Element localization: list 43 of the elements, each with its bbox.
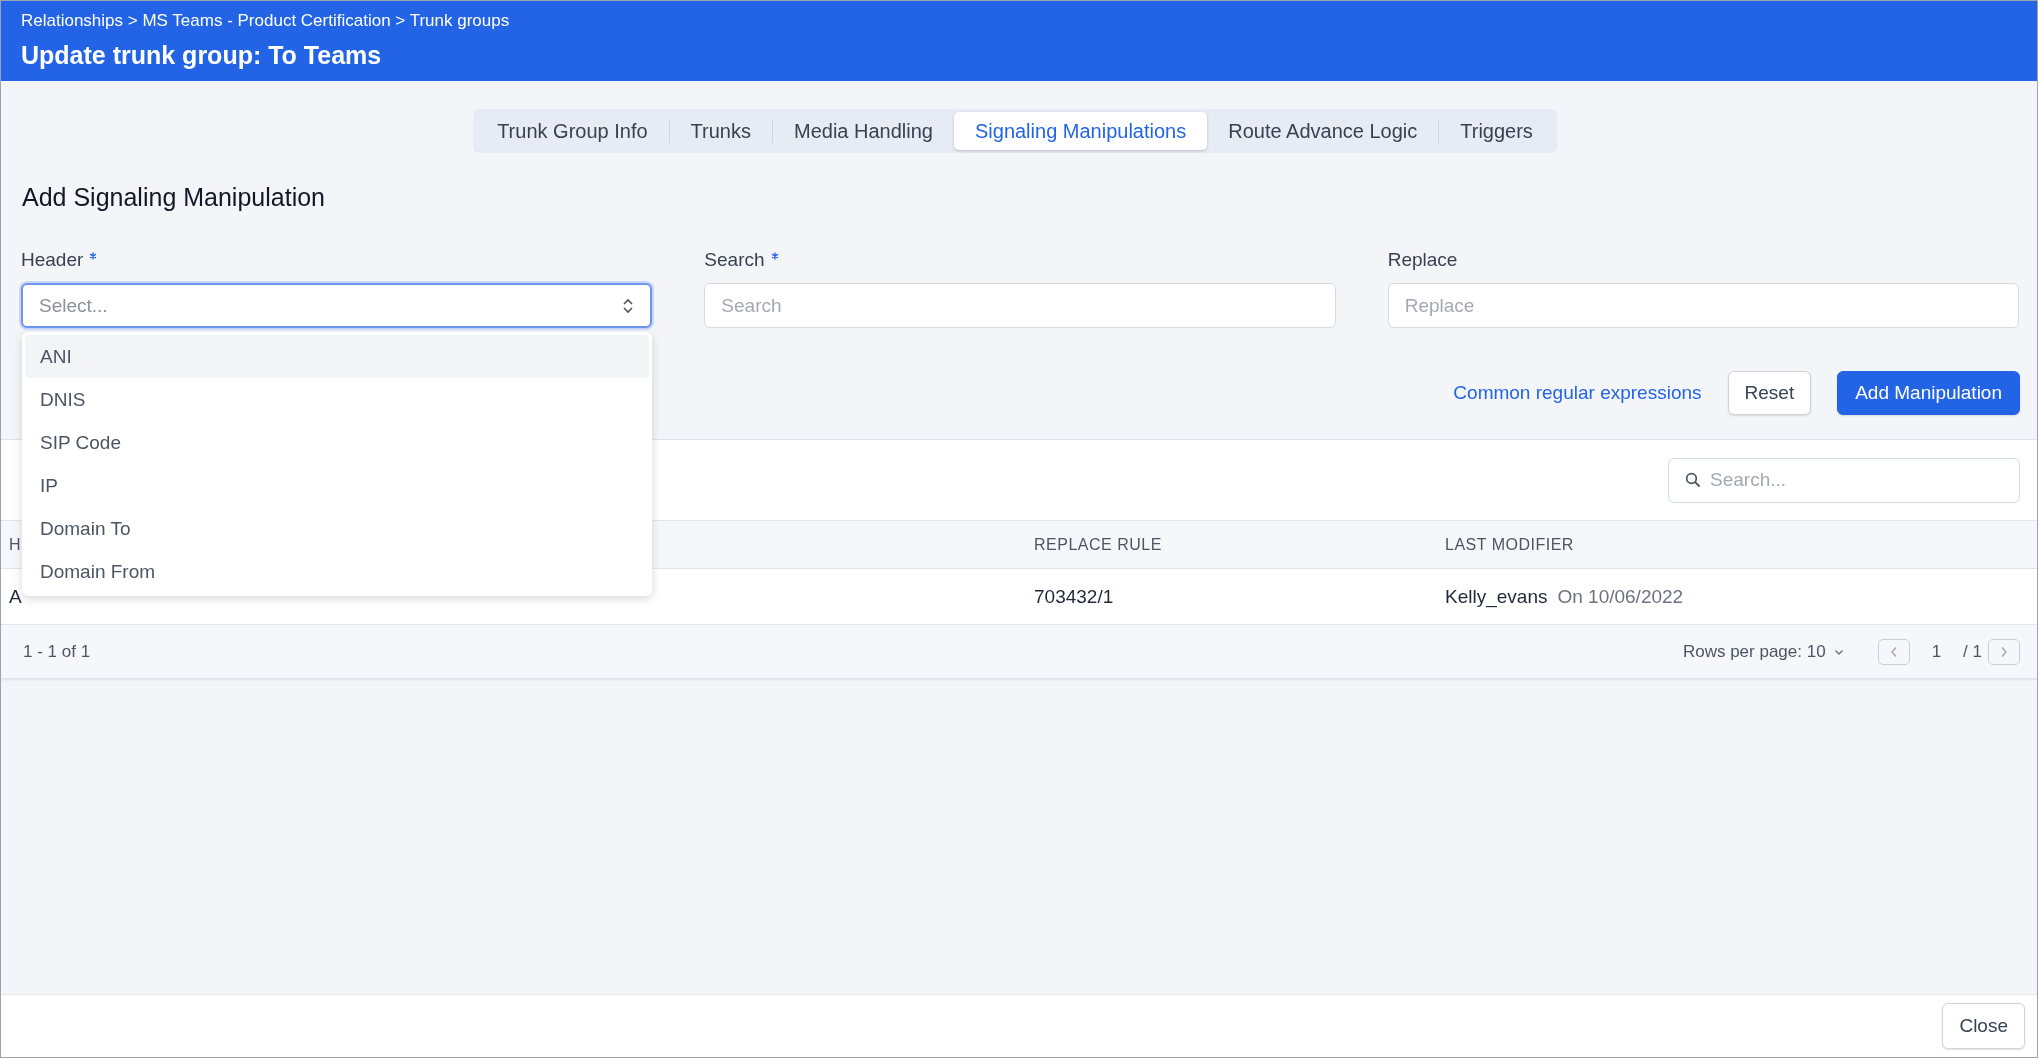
page-number: 1 <box>1931 641 1942 662</box>
field-label: Header <box>21 249 84 271</box>
tab[interactable]: Trunks <box>669 112 772 150</box>
column-header: REPLACE RULE <box>1034 535 1163 554</box>
next-page-button[interactable] <box>1988 638 2020 665</box>
tab[interactable]: Route Advance Logic <box>1207 112 1439 150</box>
modified-date: On 10/06/2022 <box>1557 585 1684 608</box>
table-search-field[interactable]: Search... <box>1668 457 2020 503</box>
modifier-name: Kelly_evans <box>1445 585 1548 608</box>
input-field[interactable]: Search <box>704 283 1336 328</box>
tab[interactable]: Triggers <box>1439 112 1554 150</box>
breadcrumb: Relationships > MS Teams - Product Certification > Trunk groups <box>21 11 511 31</box>
chevron-down-icon <box>1833 647 1844 656</box>
row-range: 1 - 1 of 1 <box>23 641 91 662</box>
dropdown-option[interactable]: Domain To <box>25 507 649 550</box>
rows-per-page-dropdown[interactable]: Rows per page: 10 <box>1682 641 1844 662</box>
table-cell: 703432/1 <box>1034 585 1114 608</box>
dropdown-option[interactable]: ANI <box>25 335 649 378</box>
close-button[interactable]: Close <box>1942 1003 2025 1049</box>
dropdown-option[interactable]: SIP Code <box>25 421 649 464</box>
regex-link[interactable]: Common regular expressions <box>1453 382 1702 404</box>
page-total: / 1 <box>1963 641 1982 662</box>
add-manipulation-button[interactable]: Add Manipulation <box>1837 371 2020 415</box>
dropdown-option[interactable]: Domain From <box>25 550 649 593</box>
reset-button[interactable]: Reset <box>1727 371 1812 415</box>
previous-page-button[interactable] <box>1877 638 1910 665</box>
field-label: Replace <box>1387 249 1458 271</box>
chevron-up-down-icon <box>622 296 635 315</box>
field-label: Search <box>704 249 765 271</box>
tab[interactable]: Trunk Group Info <box>476 112 669 150</box>
dropdown-option[interactable]: DNIS <box>25 378 649 421</box>
chevron-left-icon <box>1889 645 1898 658</box>
chevron-right-icon <box>2000 645 2008 658</box>
tab[interactable]: Media Handling <box>773 112 954 150</box>
search-icon <box>1685 471 1701 488</box>
dropdown-option[interactable]: IP <box>25 464 649 507</box>
column-header: H <box>9 535 23 554</box>
table-cell: A <box>9 585 22 608</box>
column-header: LAST MODIFIER <box>1445 535 1575 554</box>
input-field[interactable]: Replace <box>1387 283 2019 328</box>
section-title: Add Signaling Manipulation <box>22 183 326 212</box>
tab[interactable]: Signaling Manipulations <box>953 112 1208 150</box>
dialog-title: Update trunk group: To Teams <box>21 41 383 70</box>
